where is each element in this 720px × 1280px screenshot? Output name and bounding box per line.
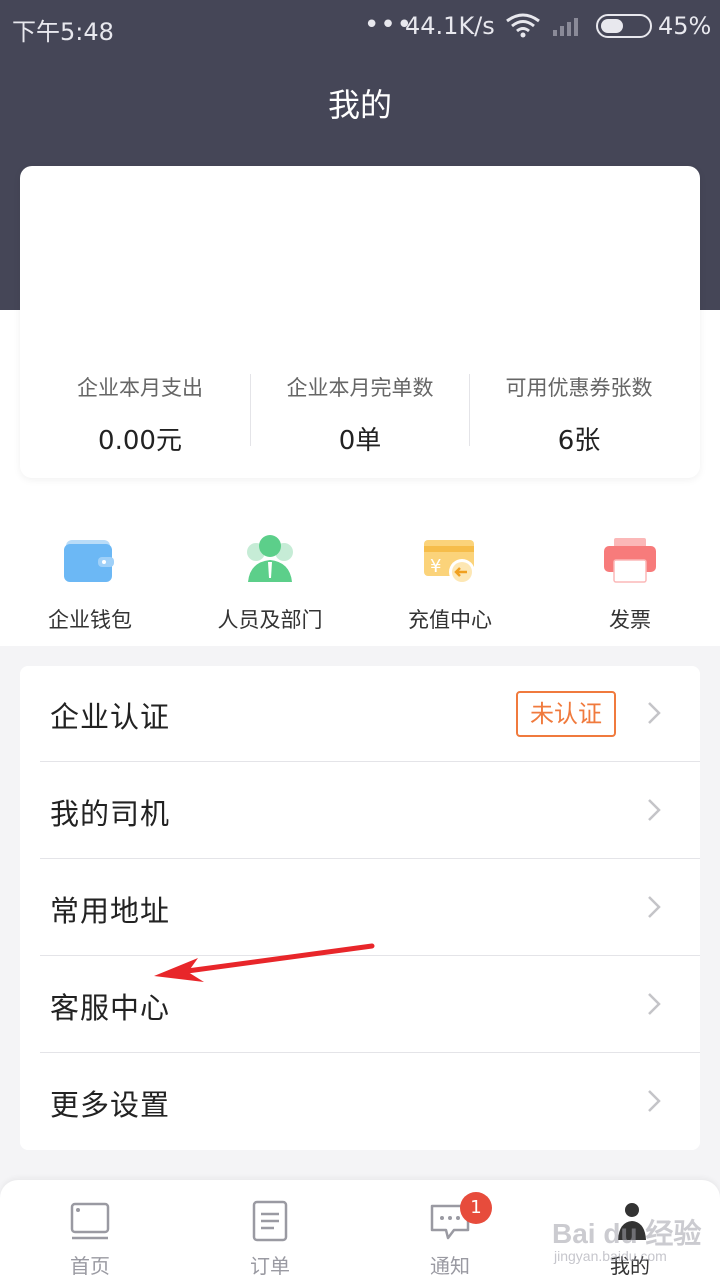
- menu-item-label: 常用地址: [50, 894, 171, 928]
- menu-divider: [40, 1052, 700, 1053]
- watermark-url: jingyan.baidu.com: [554, 1248, 667, 1264]
- quick-action-staff[interactable]: 人员及部门: [180, 530, 360, 634]
- home-icon: [70, 1202, 110, 1240]
- battery-percent: 45%: [658, 12, 712, 40]
- menu-item-label: 更多设置: [50, 1088, 171, 1122]
- chevron-right-icon: [648, 896, 661, 918]
- quick-action-invoice[interactable]: 发票: [540, 530, 720, 634]
- menu-divider: [40, 761, 700, 762]
- stat-label: 企业本月支出: [77, 376, 203, 400]
- battery-icon: [596, 14, 652, 38]
- menu-divider: [40, 858, 700, 859]
- chevron-right-icon: [648, 799, 661, 821]
- chevron-right-icon: [648, 702, 661, 724]
- notification-count-badge: 1: [460, 1192, 492, 1224]
- staff-icon: [247, 535, 293, 582]
- nav-label: 首页: [70, 1254, 110, 1278]
- orders-icon: [252, 1200, 288, 1242]
- menu-item-label: 我的司机: [50, 797, 171, 831]
- quick-action-label: 发票: [609, 608, 651, 632]
- status-time: 下午5:48: [12, 18, 114, 46]
- svg-text:¥: ¥: [430, 556, 441, 577]
- menu-item-more-settings[interactable]: 更多设置: [20, 1054, 700, 1151]
- quick-action-label: 人员及部门: [217, 608, 323, 632]
- stat-value: 0单: [338, 426, 382, 456]
- nav-home[interactable]: 首页: [0, 1180, 180, 1280]
- stat-coupons[interactable]: 可用优惠券张数 6张: [469, 372, 689, 457]
- menu-item-my-drivers[interactable]: 我的司机: [20, 763, 700, 860]
- menu-card: 企业认证 未认证 我的司机 常用地址 客服中心 更多设置: [20, 666, 700, 1150]
- quick-action-label: 充值中心: [408, 608, 492, 632]
- stats-card: 企业本月支出 0.00元 企业本月完单数 0单 可用优惠券张数 6张: [20, 166, 700, 478]
- invoice-printer-icon: [604, 538, 656, 583]
- quick-action-recharge[interactable]: ¥ 充值中心: [360, 530, 540, 634]
- stat-monthly-expense[interactable]: 企业本月支出 0.00元: [30, 372, 250, 457]
- nav-orders[interactable]: 订单: [180, 1180, 360, 1280]
- recharge-icon: ¥: [424, 540, 475, 585]
- status-bar: 下午5:48 ••• 44.1K/s 45%: [0, 0, 720, 54]
- nav-notifications[interactable]: 通知: [360, 1180, 540, 1280]
- annotation-arrow-icon: [154, 943, 375, 982]
- nav-label: 订单: [250, 1254, 290, 1278]
- stat-value: 6张: [557, 426, 601, 456]
- signal-icon: [553, 18, 578, 36]
- nav-label: 通知: [430, 1254, 470, 1278]
- page-title: 我的: [327, 86, 392, 124]
- menu-item-label: 企业认证: [50, 700, 171, 734]
- stat-value: 0.00元: [98, 426, 182, 456]
- stat-monthly-orders[interactable]: 企业本月完单数 0单: [250, 372, 470, 457]
- quick-action-label: 企业钱包: [48, 608, 132, 632]
- stat-label: 可用优惠券张数: [505, 376, 653, 400]
- status-badge: 未认证: [516, 691, 616, 737]
- watermark-logo: Bai du 经验: [552, 1218, 702, 1249]
- chevron-right-icon: [648, 1090, 661, 1112]
- wallet-icon: [64, 540, 114, 582]
- menu-item-enterprise-verification[interactable]: 企业认证 未认证: [20, 666, 700, 763]
- wifi-icon: [506, 13, 540, 38]
- stat-label: 企业本月完单数: [286, 376, 434, 400]
- quick-action-wallet[interactable]: 企业钱包: [0, 530, 180, 634]
- chevron-right-icon: [648, 993, 661, 1015]
- network-speed: 44.1K/s: [405, 12, 495, 40]
